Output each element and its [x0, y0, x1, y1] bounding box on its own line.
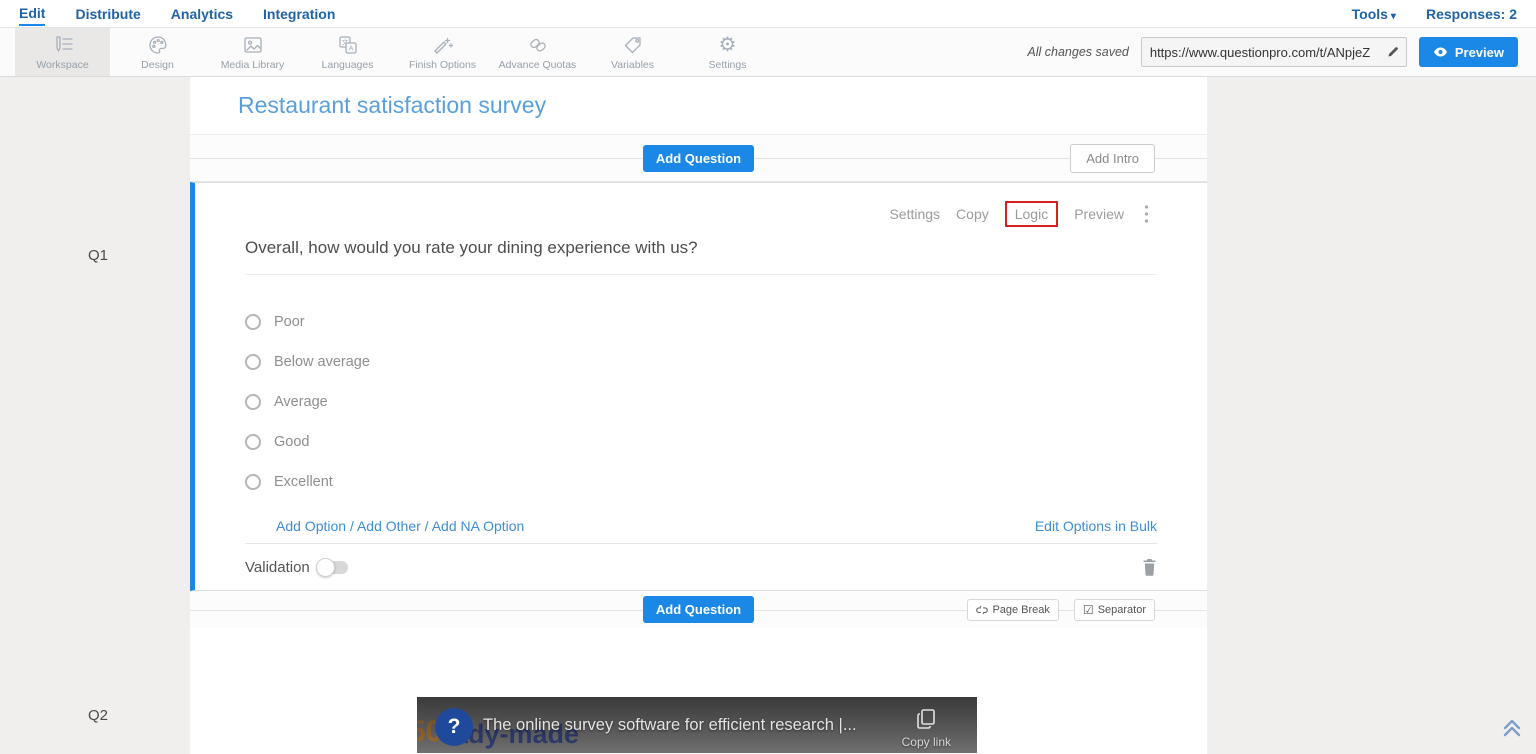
video-title[interactable]: The online survey software for efficient… [483, 716, 878, 735]
toolbar-item-workspace[interactable]: Workspace [15, 28, 110, 76]
tools-dropdown[interactable]: Tools▾ [1352, 2, 1396, 25]
edit-options-in-bulk-link[interactable]: Edit Options in Bulk [1035, 518, 1157, 534]
eye-icon [1433, 47, 1448, 57]
chain-link-icon [527, 34, 549, 56]
add-intro-button[interactable]: Add Intro [1070, 144, 1155, 173]
question-menu: Settings Copy Logic Preview [245, 183, 1157, 224]
save-status-text: All changes saved [1027, 45, 1128, 59]
link-separator: / [346, 518, 357, 534]
option-label[interactable]: Poor [274, 314, 305, 330]
toolbar-item-finish-options[interactable]: Finish Options [395, 28, 490, 76]
nav-tab-distribute[interactable]: Distribute [75, 2, 140, 25]
survey-canvas: Restaurant satisfaction survey Add Quest… [190, 77, 1207, 754]
chevron-down-icon: ▾ [1391, 11, 1396, 22]
toolbar-item-languages[interactable]: 文A Languages [300, 28, 395, 76]
svg-text:A: A [348, 43, 353, 52]
survey-url-input[interactable] [1142, 45, 1380, 60]
validation-label: Validation [245, 559, 310, 576]
gear-icon: ⚙ [719, 34, 737, 56]
question2-section: 50 ady-made ? The online survey software… [190, 628, 1207, 753]
page-break-button[interactable]: Page Break [967, 599, 1058, 621]
question-preview-button[interactable]: Preview [1074, 206, 1124, 222]
add-question-band-top: Add Question Add Intro [190, 135, 1207, 182]
question-settings-button[interactable]: Settings [889, 206, 940, 222]
option-row: Excellent [245, 462, 1157, 502]
toolbar-item-settings[interactable]: ⚙ Settings [680, 28, 775, 76]
survey-title[interactable]: Restaurant satisfaction survey [238, 92, 546, 119]
link-separator: / [421, 518, 432, 534]
radio-button[interactable] [245, 394, 261, 410]
add-question-button-bottom[interactable]: Add Question [643, 596, 754, 623]
preview-button[interactable]: Preview [1419, 37, 1518, 67]
toolbar-label: Settings [709, 59, 747, 71]
editor-toolbar: Workspace Design Media Library 文A Langua… [0, 28, 1536, 77]
palette-icon [147, 34, 169, 56]
toolbar-item-media-library[interactable]: Media Library [205, 28, 300, 76]
toolbar-item-advance-quotas[interactable]: Advance Quotas [490, 28, 585, 76]
copy-icon [915, 707, 937, 731]
toolbar-item-variables[interactable]: Variables [585, 28, 680, 76]
tag-icon [622, 34, 644, 56]
question1-id-label: Q1 [88, 247, 108, 264]
page-break-icon [976, 604, 988, 616]
toolbar-label: Workspace [36, 59, 88, 71]
validation-toggle[interactable] [318, 561, 348, 574]
radio-button[interactable] [245, 434, 261, 450]
translate-icon: 文A [337, 34, 359, 56]
question-copy-button[interactable]: Copy [956, 206, 989, 222]
add-option-link[interactable]: Add Option [276, 518, 346, 534]
toolbar-label: Design [141, 59, 174, 71]
toolbar-item-design[interactable]: Design [110, 28, 205, 76]
validation-row: Validation [245, 543, 1157, 590]
top-navigation: Edit Distribute Analytics Integration To… [0, 0, 1536, 28]
radio-button[interactable] [245, 354, 261, 370]
radio-button[interactable] [245, 474, 261, 490]
nav-tab-edit[interactable]: Edit [19, 1, 45, 26]
video-copy-link[interactable]: Copy link [902, 707, 951, 749]
question-logic-button[interactable]: Logic [1005, 201, 1058, 227]
workspace-icon [51, 34, 75, 56]
channel-avatar[interactable]: ? [435, 708, 473, 746]
nav-tab-integration[interactable]: Integration [263, 2, 335, 25]
question2-id-label: Q2 [88, 707, 108, 724]
delete-question-trash-icon[interactable] [1142, 558, 1157, 576]
add-na-option-link[interactable]: Add NA Option [432, 518, 525, 534]
option-row: Poor [245, 302, 1157, 342]
question-more-options-icon[interactable] [1140, 204, 1149, 224]
separator-button[interactable]: ☑ Separator [1074, 599, 1155, 621]
option-row: Good [245, 422, 1157, 462]
image-icon [242, 34, 264, 56]
toolbar-label: Media Library [221, 59, 285, 71]
separator-icon: ☑ [1083, 603, 1094, 617]
youtube-video-embed[interactable]: 50 ady-made ? The online survey software… [417, 697, 977, 753]
option-label[interactable]: Good [274, 434, 309, 450]
option-links-row: Add Option / Add Other / Add NA Option E… [245, 518, 1157, 534]
option-label[interactable]: Below average [274, 354, 370, 370]
question-card: Settings Copy Logic Preview Overall, how… [190, 182, 1207, 591]
option-label[interactable]: Average [274, 394, 328, 410]
magic-wand-icon [432, 34, 454, 56]
survey-url-box [1141, 37, 1407, 67]
toolbar-label: Finish Options [409, 59, 476, 71]
add-other-link[interactable]: Add Other [357, 518, 421, 534]
option-label[interactable]: Excellent [274, 474, 333, 490]
radio-button[interactable] [245, 314, 261, 330]
add-question-button-top[interactable]: Add Question [643, 145, 754, 172]
edit-url-pencil-icon[interactable] [1380, 45, 1406, 59]
option-row: Below average [245, 342, 1157, 382]
toolbar-label: Languages [322, 59, 374, 71]
survey-title-section: Restaurant satisfaction survey [190, 77, 1207, 135]
toggle-knob [316, 558, 335, 577]
editor-content: Q1 Q2 Restaurant satisfaction survey Add… [0, 77, 1536, 754]
answer-options: Poor Below average Average Good Excellen… [245, 302, 1157, 502]
responses-link[interactable]: Responses: 2 [1426, 2, 1517, 25]
add-question-band-bottom: Add Question Page Break ☑ Separator [190, 591, 1207, 628]
option-row: Average [245, 382, 1157, 422]
scroll-to-top-button[interactable] [1500, 715, 1524, 744]
toolbar-label: Variables [611, 59, 654, 71]
toolbar-label: Advance Quotas [499, 59, 577, 71]
nav-tab-analytics[interactable]: Analytics [171, 2, 233, 25]
question-text[interactable]: Overall, how would you rate your dining … [245, 238, 1157, 275]
